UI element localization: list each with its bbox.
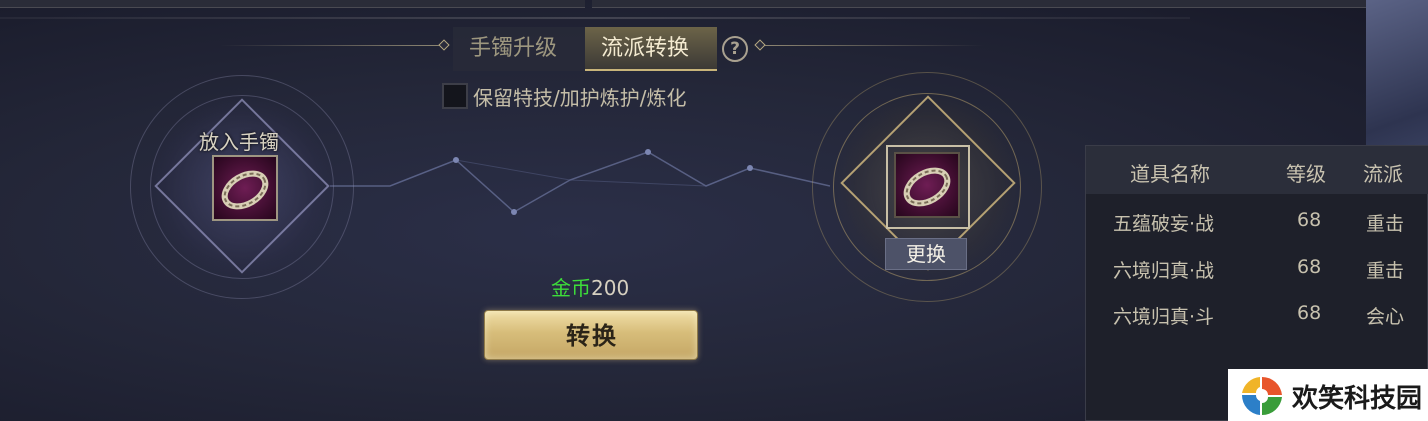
conversion-cost: 金币200 <box>551 272 629 301</box>
header-item-name: 道具名称 <box>1130 162 1210 186</box>
watermark-text: 欢笑科技园 <box>1292 384 1423 414</box>
currency-label: 金币 <box>551 276 591 300</box>
row-3-name[interactable]: 六境归真·斗 <box>1113 302 1214 329</box>
bracelet-icon <box>903 167 951 207</box>
convert-button-label: 转换 <box>566 322 618 350</box>
connection-lines <box>330 149 830 215</box>
convert-button[interactable]: 转换 <box>484 310 698 360</box>
row-2-name[interactable]: 六境归真·战 <box>1113 256 1214 283</box>
tab-ornament-line-left <box>220 45 442 46</box>
input-bracelet-slot[interactable] <box>212 155 278 221</box>
row-2-style: 重击 <box>1366 260 1405 282</box>
help-icon[interactable]: ? <box>722 36 748 62</box>
table-header: 道具名称 等级 流派 <box>1086 146 1428 194</box>
input-socket-label: 放入手镯 <box>199 130 279 154</box>
top-bar-right <box>592 0 1382 8</box>
header-level: 等级 <box>1286 162 1326 186</box>
top-bar-left <box>0 0 585 8</box>
row-3-style: 会心 <box>1366 306 1405 328</box>
replace-button[interactable]: 更换 <box>885 238 967 270</box>
output-bracelet-slot[interactable] <box>894 152 960 218</box>
currency-amount: 200 <box>591 276 630 300</box>
transmute-panel: 手镯升级 流派转换 ? 保留特技/加护炼护/炼化 放入手镯 更换 金币200 转… <box>0 0 1428 421</box>
row-1-level: 68 <box>1297 209 1322 231</box>
tab-ornament-line-right <box>762 45 984 46</box>
row-1-style: 重击 <box>1366 213 1405 235</box>
row-2-level: 68 <box>1297 256 1322 278</box>
watermark-logo-icon <box>1241 376 1282 416</box>
tab-bracelet-upgrade[interactable]: 手镯升级 <box>453 27 585 71</box>
watermark: 欢笑科技园 <box>1228 369 1428 421</box>
row-1-name[interactable]: 五蕴破妄·战 <box>1113 209 1214 236</box>
tab-ornament-diamond-right <box>754 39 766 51</box>
tab-style-convert[interactable]: 流派转换 <box>585 27 717 71</box>
header-style: 流派 <box>1363 162 1403 186</box>
keep-attributes-checkbox[interactable] <box>442 83 468 109</box>
row-3-level: 68 <box>1297 302 1322 324</box>
top-divider <box>0 17 1190 19</box>
tab-ornament-diamond-left <box>438 39 450 51</box>
keep-attributes-label: 保留特技/加护炼护/炼化 <box>473 86 687 110</box>
bracelet-icon <box>221 170 269 210</box>
